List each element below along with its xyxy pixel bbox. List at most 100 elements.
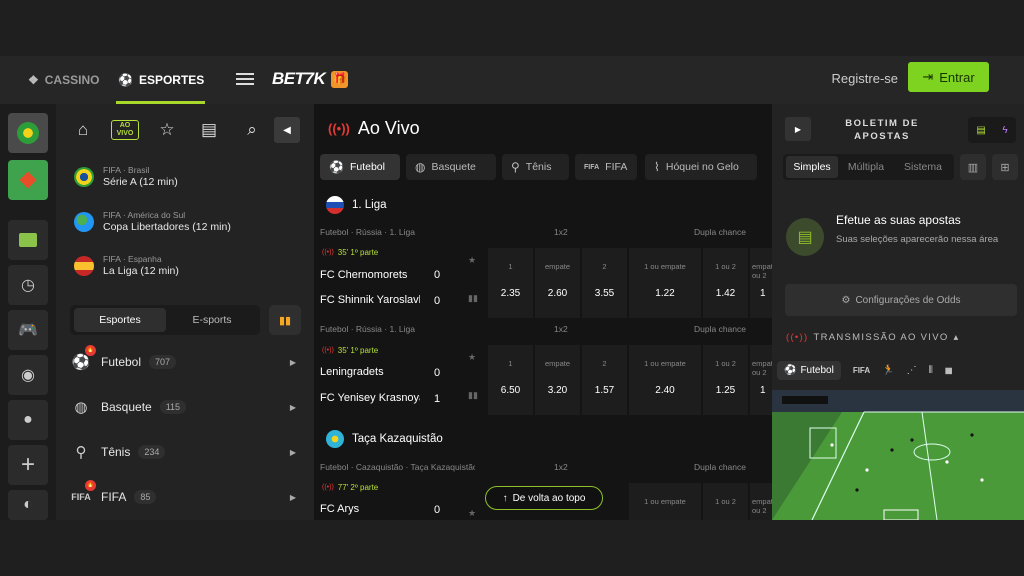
tab-simples[interactable]: Simples <box>786 156 838 178</box>
sport-tab-basquete[interactable]: ◍ Basquete <box>406 154 496 180</box>
betslip-icon[interactable]: ▤ <box>196 118 222 142</box>
search-icon[interactable]: ⌕ <box>239 118 265 142</box>
rail-brazil-icon[interactable] <box>8 113 48 153</box>
odds-button[interactable]: 1 6.50 <box>488 345 533 415</box>
stream-tab-stripes-icon[interactable]: ⋰ <box>907 365 917 376</box>
gift-icon[interactable]: 🎁 <box>331 70 349 88</box>
chevron-right-icon: ▶ <box>289 357 296 367</box>
rail-more-icon[interactable]: ◐ <box>8 490 48 520</box>
live-stream-header[interactable]: ((•)) TRANSMISSÃO AO VIVO ▴ <box>786 332 960 343</box>
favorite-star-icon[interactable]: ★ <box>468 352 476 363</box>
odds-button[interactable]: 1 ou empate <box>629 483 701 520</box>
sport-tab-futebol[interactable]: ⚽ Futebol <box>320 154 400 180</box>
tab-sistema[interactable]: Sistema <box>895 156 951 178</box>
rail-video-icon[interactable] <box>8 220 48 260</box>
odds-value: 2.40 <box>655 385 675 396</box>
odds-label: empate ou 2 <box>752 497 772 515</box>
fifa-icon: FIFA 🔥 <box>71 480 96 502</box>
odds-button[interactable]: empate ou 2 1 <box>750 248 772 318</box>
stats-chart-icon[interactable]: ▮▮ <box>269 305 301 335</box>
live-icon[interactable]: AO VIVO <box>111 120 139 140</box>
odds-button[interactable]: 1 ou empate 2.40 <box>629 345 701 415</box>
odds-button[interactable]: empate ou 2 1 <box>750 345 772 415</box>
market-header-1x2: 1x2 <box>554 324 568 334</box>
sport-tab-label: Futebol <box>349 161 385 173</box>
rail-timer-icon[interactable]: ◷ <box>8 265 48 305</box>
favorite-league[interactable]: FIFA · Brasil Série A (12 min) <box>74 165 178 188</box>
home-team[interactable]: Leningradets <box>320 366 420 378</box>
hamburger-menu-icon[interactable] <box>236 70 254 90</box>
odds-button[interactable]: empate 3.20 <box>535 345 580 415</box>
stream-tab-dd-icon[interactable]: ⫴ <box>929 365 933 376</box>
book-icon[interactable]: ▥ <box>960 154 986 180</box>
rail-football-icon[interactable]: ◉ <box>8 355 48 395</box>
odds-value: 1 <box>760 385 766 396</box>
list-icon[interactable]: ▤ <box>976 125 985 136</box>
odds-button[interactable]: 1 ou 2 <box>703 483 748 520</box>
odds-button[interactable]: 2 3.55 <box>582 248 627 318</box>
rail-basketball-icon[interactable]: ● <box>8 400 48 440</box>
odds-button[interactable]: 1 ou empate 1.22 <box>629 248 701 318</box>
home-score: 0 <box>434 504 441 516</box>
home-icon[interactable]: ⌂ <box>70 118 96 142</box>
favorite-league[interactable]: FIFA · América do Sul Copa Libertadores (… <box>74 210 231 233</box>
sport-tab-tenis[interactable]: ⚲ Tênis <box>502 154 569 180</box>
home-team[interactable]: FC Arys <box>320 503 420 515</box>
nav-esportes[interactable]: ⚽ ESPORTES <box>118 56 204 104</box>
lightning-icon[interactable]: ϟ <box>1002 125 1007 136</box>
favorite-star-icon[interactable]: ★ <box>468 508 476 519</box>
sport-item-futebol[interactable]: ⚽ 🔥 Futebol 707 ▶ <box>70 345 300 373</box>
nav-casino[interactable]: ❖ CASSINO <box>28 56 99 104</box>
league-header[interactable]: Taça Kazaquistão <box>326 430 443 448</box>
empty-betslip-icon: ▤ <box>786 218 824 256</box>
sport-tab-fifa[interactable]: FIFA FIFA <box>575 154 637 180</box>
live-dot-icon: ((•)) <box>322 347 334 354</box>
sport-tab-label: Tênis <box>525 161 552 173</box>
rail-add-icon[interactable]: + <box>8 445 48 485</box>
live-stream-video[interactable] <box>772 390 1024 520</box>
stream-tab-futebol[interactable]: ⚽ Futebol <box>777 360 841 380</box>
odds-button[interactable]: 1 ou 2 1.25 <box>703 345 748 415</box>
tab-multipla[interactable]: Múltipla <box>841 156 891 178</box>
register-link[interactable]: Registre-se <box>832 71 898 86</box>
brand-logo[interactable]: BET7K 🎁 <box>272 69 349 89</box>
home-team[interactable]: FC Chernomorets <box>320 269 420 281</box>
sport-item-fifa[interactable]: FIFA 🔥 FIFA 85 ▶ <box>70 480 300 508</box>
away-team[interactable]: FC Shinnik Yaroslavl <box>320 294 420 306</box>
sport-item-basquete[interactable]: ◍ Basquete 115 ▶ <box>70 396 300 418</box>
odds-button[interactable]: empate ou 2 <box>750 483 772 520</box>
stream-tab-volta-icon[interactable]: ▦ <box>945 366 953 375</box>
favorite-star-icon[interactable]: ★ <box>468 255 476 266</box>
login-button[interactable]: ⇥ Entrar <box>908 62 989 92</box>
odds-value: 3.20 <box>547 385 568 396</box>
sport-item-tenis[interactable]: ⚲ Tênis 234 ▶ <box>70 441 300 463</box>
odds-button[interactable]: 2 1.57 <box>582 345 627 415</box>
home-score: 0 <box>434 269 441 281</box>
gift-icon[interactable]: ⊞ <box>992 154 1018 180</box>
odds-button[interactable]: 1 2.35 <box>488 248 533 318</box>
star-icon[interactable]: ☆ <box>154 118 180 142</box>
left-rail: ◷ 🎮 ◉ ● + ◐ <box>0 104 56 520</box>
stream-tab-fifa[interactable]: FIFA <box>853 366 870 375</box>
odds-button[interactable]: empate 2.60 <box>535 248 580 318</box>
stats-icon[interactable]: ▮▮ <box>468 390 478 401</box>
rail-promo-icon[interactable] <box>8 160 48 200</box>
back-to-top-button[interactable]: ↑ De volta ao topo <box>485 486 603 510</box>
odds-button[interactable]: 1 ou 2 1.42 <box>703 248 748 318</box>
play-icon[interactable]: ▶ <box>785 117 811 141</box>
rail-gamepad-icon[interactable]: 🎮 <box>8 310 48 350</box>
sport-name: FIFA <box>101 490 127 504</box>
tab-esports[interactable]: E-sports <box>168 308 256 332</box>
match-time-text: 35' 1º parte <box>337 248 379 257</box>
market-header-double-chance: Dupla chance <box>694 462 746 472</box>
league-header[interactable]: 1. Liga <box>326 196 387 214</box>
stream-tab-person-icon[interactable]: 🏃 <box>882 365 894 376</box>
away-team[interactable]: FC Yenisey Krasnoyarsk <box>320 392 420 404</box>
sport-tab-hoquei[interactable]: ⌇ Hóquei no Gelo <box>645 154 757 180</box>
collapse-sidebar-button[interactable]: ◀ <box>274 117 300 143</box>
favorite-league[interactable]: FIFA · Espanha La Liga (12 min) <box>74 254 179 277</box>
sport-count: 85 <box>134 490 157 504</box>
odds-settings-button[interactable]: ⚙ Configurações de Odds <box>785 284 1017 316</box>
stats-icon[interactable]: ▮▮ <box>468 293 478 304</box>
tab-esportes[interactable]: Esportes <box>74 308 166 332</box>
